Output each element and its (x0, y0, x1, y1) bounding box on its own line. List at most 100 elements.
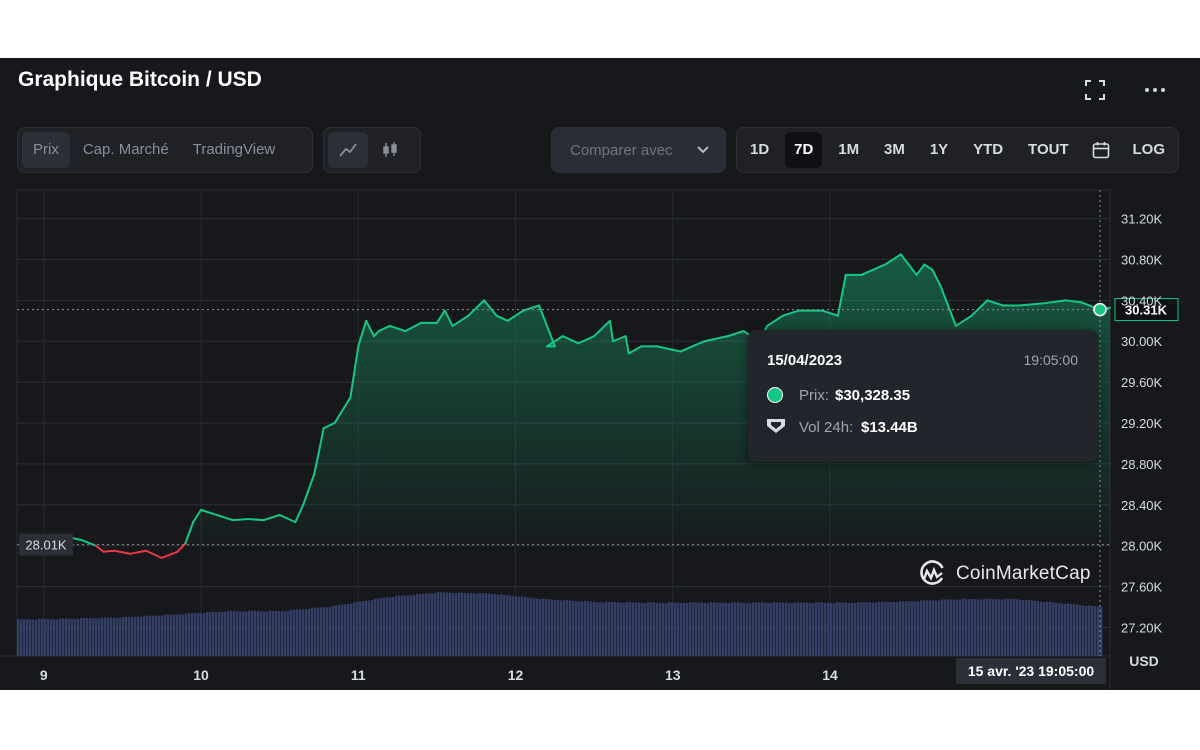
volume-bar (86, 618, 89, 656)
volume-bar (626, 601, 629, 656)
volume-bar (587, 601, 590, 656)
volume-bar (911, 601, 914, 656)
volume-bar (863, 602, 866, 656)
volume-bar (575, 601, 578, 656)
volume-bar (956, 599, 959, 656)
volume-bar (1022, 600, 1025, 656)
volume-bar (800, 602, 803, 656)
volume-bar (971, 599, 974, 656)
tooltip-volume-value: $13.44B (861, 419, 918, 436)
volume-bar (248, 610, 251, 656)
volume-bar (512, 596, 515, 656)
price-line-segment (129, 549, 147, 555)
volume-bar (437, 592, 440, 656)
volume-bar (74, 618, 77, 656)
volume-bar (701, 602, 704, 656)
volume-bar (695, 602, 698, 656)
volume-bar (611, 602, 614, 656)
volume-bar (818, 602, 821, 656)
volume-bar (29, 619, 32, 656)
volume-bar (1052, 602, 1055, 656)
volume-bar (599, 602, 602, 656)
volume-bar (71, 618, 74, 656)
volume-bar (806, 602, 809, 656)
volume-bar (206, 612, 209, 656)
volume-bar (164, 614, 167, 656)
volume-bar (758, 602, 761, 656)
volume-bar (92, 618, 95, 656)
volume-bar (302, 609, 305, 656)
volume-bar (452, 593, 455, 656)
volume-bar (968, 598, 971, 656)
volume-bar (779, 602, 782, 656)
volume-bar (644, 603, 647, 656)
volume-bar (1091, 605, 1094, 656)
volume-bar (122, 616, 125, 656)
volume-bar (944, 599, 947, 656)
volume-bar (89, 618, 92, 656)
volume-bar (833, 603, 836, 656)
volume-bar (431, 593, 434, 656)
volume-bar (524, 596, 527, 656)
volume-bar (95, 618, 98, 656)
volume-bar (377, 598, 380, 656)
volume-bar (1088, 605, 1091, 656)
volume-bar (362, 601, 365, 656)
volume-bar (476, 593, 479, 656)
price-dot-icon (767, 387, 783, 403)
volume-bar (20, 619, 23, 656)
volume-bar (998, 599, 1001, 656)
volume-bar (392, 597, 395, 656)
volume-bar (959, 599, 962, 656)
volume-bar (791, 603, 794, 656)
volume-bar (161, 615, 164, 656)
volume-bar (647, 602, 650, 656)
volume-bar (929, 600, 932, 656)
volume-bar (821, 602, 824, 656)
volume-bar (221, 611, 224, 656)
volume-bar (848, 602, 851, 656)
volume-bar (563, 599, 566, 656)
volume-bar (815, 602, 818, 656)
volume-bar (275, 610, 278, 656)
volume-bar (635, 602, 638, 656)
volume-bar (179, 614, 182, 656)
volume-bar (251, 610, 254, 656)
volume-bar (341, 604, 344, 656)
volume-bar (428, 593, 431, 656)
volume-bar (233, 610, 236, 656)
volume-bar (839, 602, 842, 656)
volume-bar (845, 602, 848, 656)
volume-bar (953, 599, 956, 656)
volume-bar (65, 618, 68, 656)
volume-bar (842, 602, 845, 656)
volume-bar (485, 593, 488, 656)
volume-bar (551, 599, 554, 656)
volume-bar (83, 618, 86, 656)
x-tick-label: 12 (508, 667, 524, 683)
volume-bar (668, 602, 671, 656)
volume-bar (440, 592, 443, 656)
volume-bar (110, 617, 113, 656)
volume-bar (905, 601, 908, 656)
volume-bar (134, 616, 137, 656)
tooltip-price-label: Prix: (799, 387, 829, 404)
y-tick-label: 28.80K (1121, 457, 1163, 472)
volume-bar (335, 605, 338, 656)
volume-bar (419, 593, 422, 656)
last-price-marker (1093, 302, 1107, 317)
volume-bar (149, 615, 152, 656)
volume-bar (569, 600, 572, 656)
volume-bar (1094, 606, 1097, 656)
volume-bar (365, 600, 368, 656)
volume-bar (932, 600, 935, 656)
volume-bar (395, 595, 398, 656)
volume-bar (1007, 598, 1010, 656)
volume-bar (170, 614, 173, 656)
volume-bar (308, 608, 311, 656)
volume-bar (851, 603, 854, 656)
volume-bar (287, 610, 290, 656)
volume-bar (422, 593, 425, 656)
volume-bar (875, 602, 878, 656)
volume-bar (878, 601, 881, 656)
